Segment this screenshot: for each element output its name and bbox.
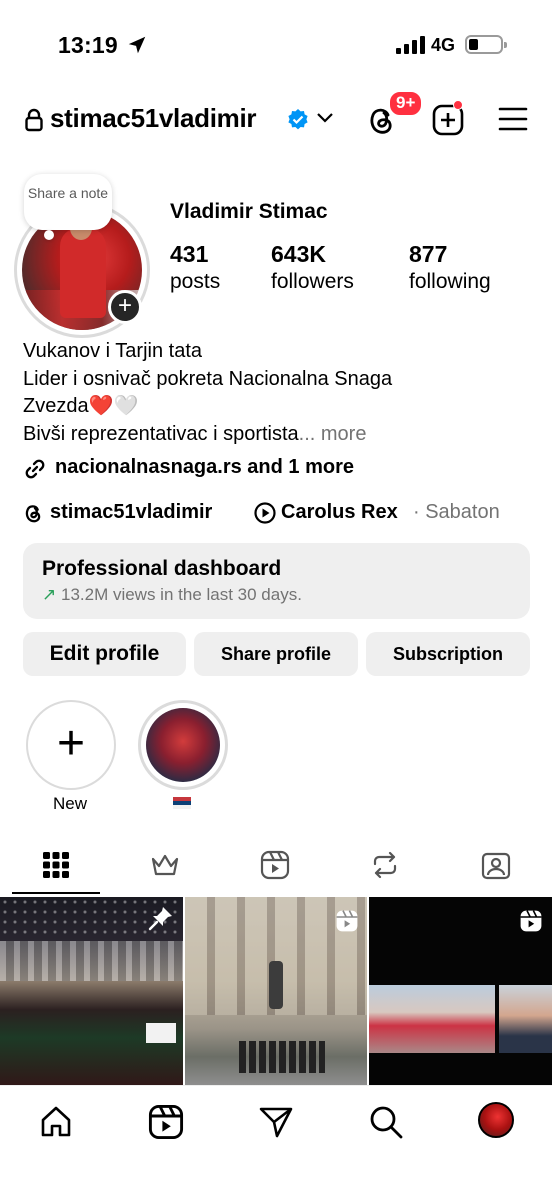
bottom-navigation	[0, 1085, 552, 1200]
bio-link-text: nacionalnasnaga.rs and 1 more	[55, 456, 354, 478]
chevron-down-icon[interactable]	[316, 112, 334, 124]
threads-handle-link[interactable]: stimac51vladimir	[50, 501, 212, 524]
stat-label: following	[409, 270, 491, 293]
post-thumbnail[interactable]	[0, 897, 183, 1085]
profile-full-name: Vladimir Stimac	[170, 200, 328, 223]
home-icon[interactable]	[38, 1104, 74, 1140]
subscription-button[interactable]: Subscription	[366, 632, 530, 676]
post-thumbnail[interactable]	[185, 897, 367, 1085]
bio-text: Bivši reprezentativac i sportista	[23, 422, 299, 445]
highlight-label: New	[52, 794, 87, 813]
dashboard-views-text: 13.2M views in the last 30 days.	[60, 585, 302, 604]
profile-bio: Vukanov i Tarjin tata Lider i osnivač po…	[23, 338, 533, 448]
edit-profile-button[interactable]: Edit profile	[23, 632, 186, 676]
network-type: 4G	[431, 35, 456, 55]
stat-posts[interactable]: 431 posts	[170, 240, 220, 296]
verified-badge-icon	[288, 109, 308, 130]
bio-line: Zvezda❤️🤍	[23, 395, 139, 417]
bio-line: Lider i osnivač pokreta Nacionalna Snaga	[23, 367, 393, 390]
profile-tabs	[0, 840, 552, 896]
status-bar: 13:19 4G	[0, 0, 552, 92]
account-username[interactable]: stimac51vladimir	[50, 103, 257, 134]
bio-line: Vukanov i Tarjin tata	[23, 340, 202, 362]
battery-icon	[465, 35, 507, 54]
share-note-bubble[interactable]: Share a note	[24, 174, 112, 240]
highlight-serbia[interactable]	[138, 700, 228, 790]
stat-following[interactable]: 877 following	[409, 240, 491, 296]
stat-label: posts	[170, 270, 221, 293]
profile-song-title[interactable]: Carolus Rex	[281, 501, 398, 524]
link-icon	[25, 459, 45, 479]
profile-avatar[interactable]	[478, 1102, 514, 1138]
profile-song-artist: · Sabaton	[413, 501, 500, 523]
reel-indicator-icon	[520, 910, 542, 932]
posts-grid	[0, 897, 552, 1085]
search-icon[interactable]	[368, 1104, 404, 1140]
stat-followers[interactable]: 643K followers	[271, 240, 354, 296]
professional-dashboard[interactable]: Professional dashboard ↗ 13.2M views in …	[23, 543, 530, 619]
stat-value: 431	[170, 241, 209, 267]
dashboard-title: Professional dashboard	[42, 557, 282, 580]
profile-header: stimac51vladimir 9+	[0, 90, 552, 148]
crown-icon[interactable]	[150, 850, 180, 880]
share-profile-button[interactable]: Share profile	[194, 632, 358, 676]
serbia-flag-icon	[173, 797, 191, 809]
add-story-button[interactable]: +	[108, 290, 142, 324]
bio-more-link[interactable]: ... more	[299, 423, 367, 445]
reels-icon[interactable]	[260, 850, 290, 880]
status-time: 13:19	[58, 32, 118, 58]
reels-icon[interactable]	[148, 1104, 184, 1140]
repost-icon[interactable]	[370, 850, 400, 880]
threads-notification-badge: 9+	[388, 90, 424, 117]
play-circle-icon[interactable]	[254, 502, 276, 524]
trend-up-icon: ↗	[42, 585, 57, 604]
post-thumbnail[interactable]	[369, 897, 552, 1085]
new-highlight-button[interactable]: +	[26, 700, 116, 790]
active-tab-indicator	[12, 892, 100, 894]
stat-value: 877	[409, 241, 448, 267]
stat-label: followers	[271, 270, 354, 293]
plus-icon: +	[56, 717, 86, 770]
send-icon[interactable]	[258, 1104, 294, 1140]
profile-meta-row: stimac51vladimir Carolus Rex · Sabaton	[23, 501, 543, 527]
location-arrow-icon	[128, 36, 146, 54]
dashboard-subtitle: ↗ 13.2M views in the last 30 days.	[42, 585, 302, 605]
create-notification-dot	[453, 100, 463, 110]
tagged-icon[interactable]	[481, 850, 511, 880]
cellular-signal-icon	[396, 36, 425, 54]
hamburger-menu-icon[interactable]	[498, 106, 528, 132]
lock-icon	[25, 108, 43, 132]
threads-icon	[25, 505, 41, 523]
reel-indicator-icon	[336, 910, 358, 932]
pinned-icon	[148, 907, 172, 931]
stat-value: 643K	[271, 241, 326, 267]
grid-icon[interactable]	[41, 850, 71, 880]
bio-line: Bivši reprezentativac i sportista... mor…	[23, 421, 533, 449]
